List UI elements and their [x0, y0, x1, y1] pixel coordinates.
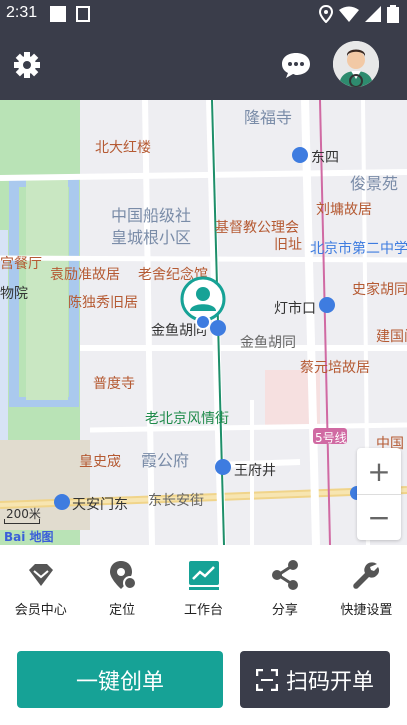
map-label: 蔡元培故居 — [300, 360, 370, 376]
settings-gear-icon[interactable] — [12, 50, 42, 80]
nav-label: 定位 — [109, 603, 136, 618]
location-pin-icon — [110, 561, 138, 590]
map-label: 中国船级社 — [111, 206, 192, 225]
location-status-icon — [319, 5, 333, 23]
bottom-nav: 会员中心 定位 工作台 分享 快捷设置 — [0, 545, 407, 627]
status-bar: 2:31 — [0, 0, 407, 30]
map-label: 俊景苑 — [350, 174, 399, 193]
message-icon[interactable] — [280, 50, 312, 80]
one-click-create-button[interactable]: 一键创单 — [17, 651, 223, 708]
battery-icon — [387, 5, 399, 23]
driver-avatar-icon — [333, 41, 379, 87]
app-header — [0, 30, 407, 100]
map-label: 刘墉故居 — [316, 202, 372, 218]
nav-quick-settings[interactable]: 快捷设置 — [326, 545, 407, 627]
map-label: 袁励准故居 — [50, 267, 120, 283]
signal-icon — [365, 6, 381, 22]
nav-label: 工作台 — [184, 603, 224, 618]
nav-workbench[interactable]: 工作台 — [163, 545, 244, 627]
map-scale-bar — [4, 519, 40, 524]
map-label: 东长安街 — [148, 493, 204, 509]
wifi-icon — [339, 6, 359, 22]
driver-location-marker-icon — [180, 276, 226, 330]
map-label: 旧址 — [274, 237, 302, 253]
map-label: 物院 — [0, 286, 28, 302]
wrench-icon — [353, 562, 380, 589]
map-label: 东四 — [311, 150, 339, 166]
map-label: 天安门东 — [72, 497, 128, 513]
map-label: 霞公府 — [141, 451, 190, 470]
zoom-in-button[interactable]: + — [357, 448, 401, 494]
scan-icon — [255, 668, 278, 691]
share-icon — [271, 560, 298, 590]
map-label: 皇城根小区 — [111, 228, 192, 247]
map-label: 陈独秀旧居 — [68, 295, 138, 311]
map-label: 宫餐厅 — [0, 256, 42, 272]
diamond-icon — [28, 564, 53, 586]
map-label: 王府井 — [234, 463, 276, 479]
zoom-control: + − — [357, 448, 401, 540]
map-label: 5号线 — [315, 431, 347, 445]
nav-member-center[interactable]: 会员中心 — [0, 545, 81, 627]
nav-location[interactable]: 定位 — [81, 545, 162, 627]
map-label: 普度寺 — [93, 376, 135, 392]
notification-a-icon — [76, 6, 90, 22]
map-view[interactable]: 隆福寺 北大红楼 东四 俊景苑 中国船级社 皇城根小区 刘墉故居 基督教公理会 … — [0, 100, 407, 545]
scan-create-label: 扫码开单 — [285, 669, 374, 695]
map-label: 北大红楼 — [95, 140, 151, 156]
map-label: 皇史宬 — [79, 454, 121, 470]
nav-label: 快捷设置 — [340, 603, 393, 618]
baidu-logo: Bai 地图 — [4, 530, 54, 544]
nav-label: 分享 — [271, 603, 298, 618]
map-label: 金鱼胡同 — [240, 335, 296, 351]
map-label: 灯市口 — [274, 301, 316, 317]
map-label: 北京市第二中学 — [310, 241, 407, 257]
nav-share[interactable]: 分享 — [244, 545, 325, 627]
status-time: 2:31 — [6, 4, 38, 21]
scan-create-button[interactable]: 扫码开单 — [240, 651, 390, 708]
map-label: 隆福寺 — [244, 108, 293, 127]
chart-trend-icon — [188, 561, 219, 590]
notification-icon — [50, 6, 66, 22]
map-label: 老北京风情街 — [145, 411, 229, 427]
map-label: 建国门 — [376, 329, 407, 345]
nav-label: 会员中心 — [14, 603, 67, 618]
user-avatar[interactable] — [333, 41, 379, 87]
zoom-out-button[interactable]: − — [357, 494, 401, 540]
map-label: 史家胡同 — [352, 282, 407, 298]
action-bar: 一键创单 扫码开单 — [0, 627, 407, 725]
